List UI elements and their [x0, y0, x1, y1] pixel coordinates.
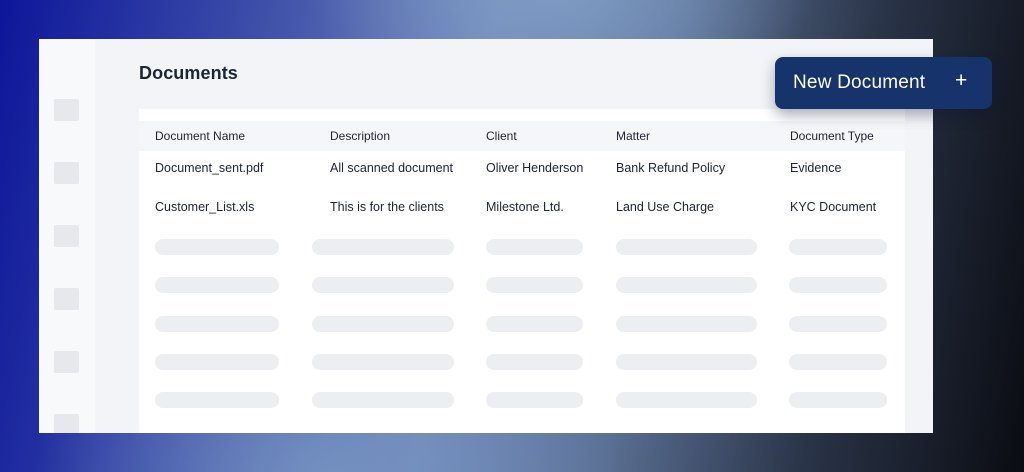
skeleton-cell — [155, 392, 279, 408]
skeleton-cell — [486, 277, 583, 293]
skeleton-cell — [486, 239, 583, 255]
new-document-label: New Document — [793, 72, 926, 93]
cell-client: Oliver Henderson — [486, 161, 584, 175]
cell-description: All scanned document — [330, 161, 453, 175]
sidebar-nav-icon[interactable] — [54, 288, 79, 310]
skeleton-cell — [312, 277, 454, 293]
skeleton-cell — [789, 316, 887, 332]
skeleton-cell — [789, 354, 887, 370]
new-document-button[interactable]: New Document + — [775, 57, 992, 109]
cell-client: Milestone Ltd. — [486, 200, 564, 214]
cell-document-type: Evidence — [790, 161, 842, 175]
skeleton-cell — [155, 354, 279, 370]
sidebar-nav-icon[interactable] — [54, 414, 79, 433]
table-row[interactable]: Document_sent.pdf All scanned document O… — [139, 161, 905, 181]
skeleton-cell — [616, 316, 757, 332]
column-header-document-type[interactable]: Document Type — [790, 129, 874, 143]
skeleton-cell — [155, 277, 279, 293]
skeleton-cell — [789, 239, 887, 255]
skeleton-cell — [486, 316, 583, 332]
column-header-client[interactable]: Client — [486, 129, 517, 143]
documents-table: Document Name Description Client Matter … — [139, 109, 905, 433]
skeleton-row — [139, 239, 905, 259]
skeleton-cell — [312, 392, 454, 408]
skeleton-cell — [486, 392, 583, 408]
skeleton-cell — [486, 354, 583, 370]
cell-document-name: Customer_List.xls — [155, 200, 255, 214]
skeleton-cell — [312, 316, 454, 332]
sidebar-nav-icon[interactable] — [54, 99, 79, 121]
skeleton-cell — [312, 354, 454, 370]
skeleton-row — [139, 392, 905, 412]
skeleton-cell — [789, 392, 887, 408]
column-header-description[interactable]: Description — [330, 129, 390, 143]
skeleton-cell — [155, 239, 279, 255]
sidebar-nav-icon[interactable] — [54, 225, 79, 247]
plus-icon: + — [955, 69, 968, 92]
skeleton-cell — [616, 239, 757, 255]
column-header-matter[interactable]: Matter — [616, 129, 650, 143]
skeleton-cell — [616, 354, 757, 370]
column-header-document-name[interactable]: Document Name — [155, 129, 245, 143]
skeleton-row — [139, 277, 905, 297]
skeleton-row — [139, 316, 905, 336]
skeleton-cell — [789, 277, 887, 293]
skeleton-cell — [312, 239, 454, 255]
page-title: Documents — [139, 63, 238, 83]
sidebar-nav-icon[interactable] — [54, 351, 79, 373]
cell-matter: Land Use Charge — [616, 200, 714, 214]
sidebar — [39, 39, 95, 433]
table-header: Document Name Description Client Matter … — [139, 121, 905, 151]
cell-document-name: Document_sent.pdf — [155, 161, 264, 175]
skeleton-cell — [616, 392, 757, 408]
skeleton-row — [139, 354, 905, 374]
cell-matter: Bank Refund Policy — [616, 161, 726, 175]
cell-document-type: KYC Document — [790, 200, 877, 214]
skeleton-cell — [616, 277, 757, 293]
sidebar-nav-icon[interactable] — [54, 162, 79, 184]
skeleton-cell — [155, 316, 279, 332]
cell-description: This is for the clients — [330, 200, 444, 214]
table-row[interactable]: Customer_List.xls This is for the client… — [139, 200, 905, 220]
